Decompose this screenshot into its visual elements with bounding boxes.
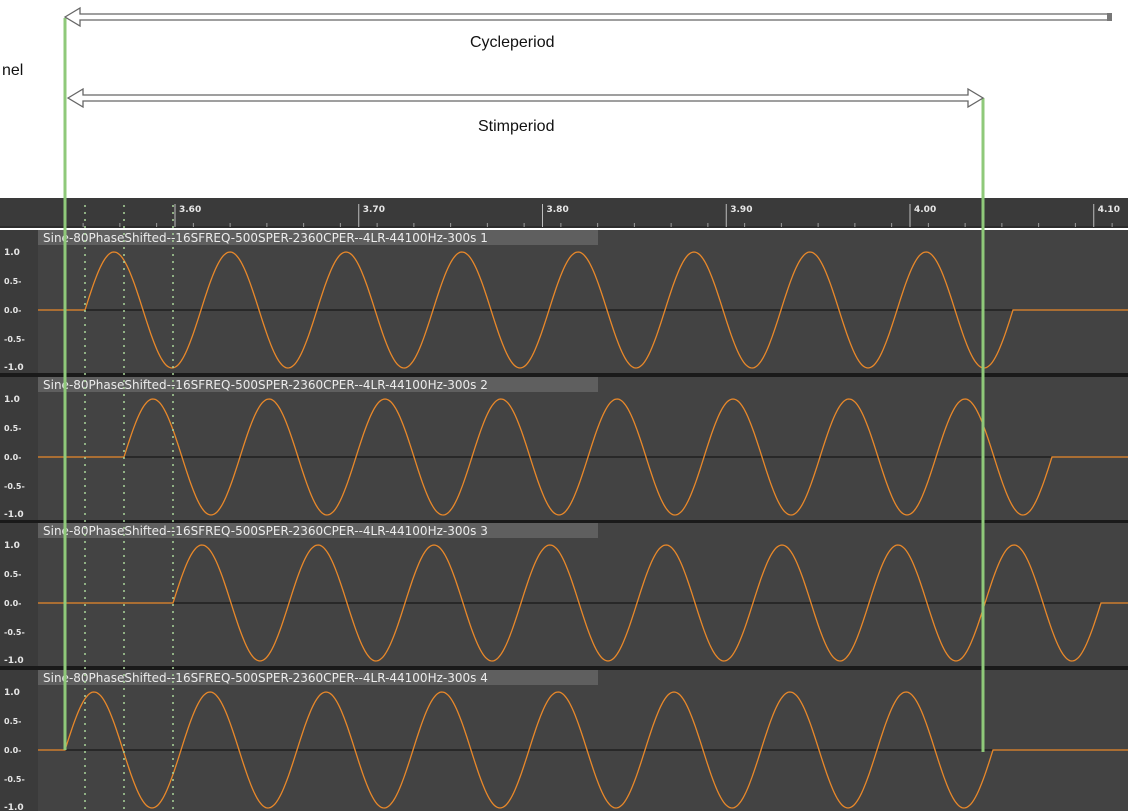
track-separator bbox=[0, 373, 1128, 377]
track-name: Sine-80PhaseShifted--16SFREQ-500SPER-236… bbox=[43, 671, 488, 685]
audio-track-2[interactable]: Sine-80PhaseShifted--16SFREQ-500SPER-236… bbox=[0, 377, 1128, 524]
audio-editor-canvas: 3.60 3.70 3.80 3.90 4.00 4.10 Sine-80PhaseShif… bbox=[0, 6, 1128, 811]
amplitude-label: -0.5- bbox=[4, 775, 25, 784]
amplitude-label: 0.0- bbox=[4, 599, 22, 608]
amplitude-label: -1.0 bbox=[4, 510, 24, 520]
amplitude-label: 0.0- bbox=[4, 746, 22, 755]
ruler-tick-label: 4.00 bbox=[914, 205, 936, 215]
amplitude-label: 0.5- bbox=[4, 424, 22, 433]
amplitude-label: 1.0 bbox=[4, 395, 20, 405]
track-separator bbox=[0, 666, 1128, 670]
audio-track-3[interactable]: Sine-80PhaseShifted--16SFREQ-500SPER-236… bbox=[0, 523, 1128, 670]
amplitude-label: -1.0 bbox=[4, 803, 24, 811]
amplitude-label: 0.5- bbox=[4, 277, 22, 286]
amplitude-label: -1.0 bbox=[4, 363, 24, 373]
amplitude-label: 1.0 bbox=[4, 248, 20, 258]
track-name: Sine-80PhaseShifted--16SFREQ-500SPER-236… bbox=[43, 378, 488, 392]
cycleperiod-arrow bbox=[63, 6, 1111, 28]
track-name: Sine-80PhaseShifted--16SFREQ-500SPER-236… bbox=[43, 231, 488, 245]
amplitude-label: 1.0 bbox=[4, 688, 20, 698]
amplitude-label: -1.0 bbox=[4, 656, 24, 666]
ruler-tick-label: 4.10 bbox=[1098, 205, 1120, 215]
ruler-tick-label: 3.70 bbox=[363, 205, 385, 215]
stimperiod-arrow bbox=[66, 87, 985, 109]
audio-track-4[interactable]: Sine-80PhaseShifted--16SFREQ-500SPER-236… bbox=[0, 670, 1128, 811]
amplitude-label: -0.5- bbox=[4, 335, 25, 344]
amplitude-label: 0.0- bbox=[4, 306, 22, 315]
amplitude-label: 1.0 bbox=[4, 541, 20, 551]
amplitude-label: 0.5- bbox=[4, 570, 22, 579]
audio-track-1[interactable]: Sine-80PhaseShifted--16SFREQ-500SPER-236… bbox=[0, 230, 1128, 377]
amplitude-label: -0.5- bbox=[4, 628, 25, 637]
ruler-tick-label: 3.90 bbox=[730, 205, 752, 215]
amplitude-label: 0.0- bbox=[4, 453, 22, 462]
ruler-tick-label: 3.80 bbox=[547, 205, 569, 215]
amplitude-label: -0.5- bbox=[4, 482, 25, 491]
amplitude-label: 0.5- bbox=[4, 717, 22, 726]
ruler-tick-label: 3.60 bbox=[179, 205, 201, 215]
track-name: Sine-80PhaseShifted--16SFREQ-500SPER-236… bbox=[43, 524, 488, 538]
